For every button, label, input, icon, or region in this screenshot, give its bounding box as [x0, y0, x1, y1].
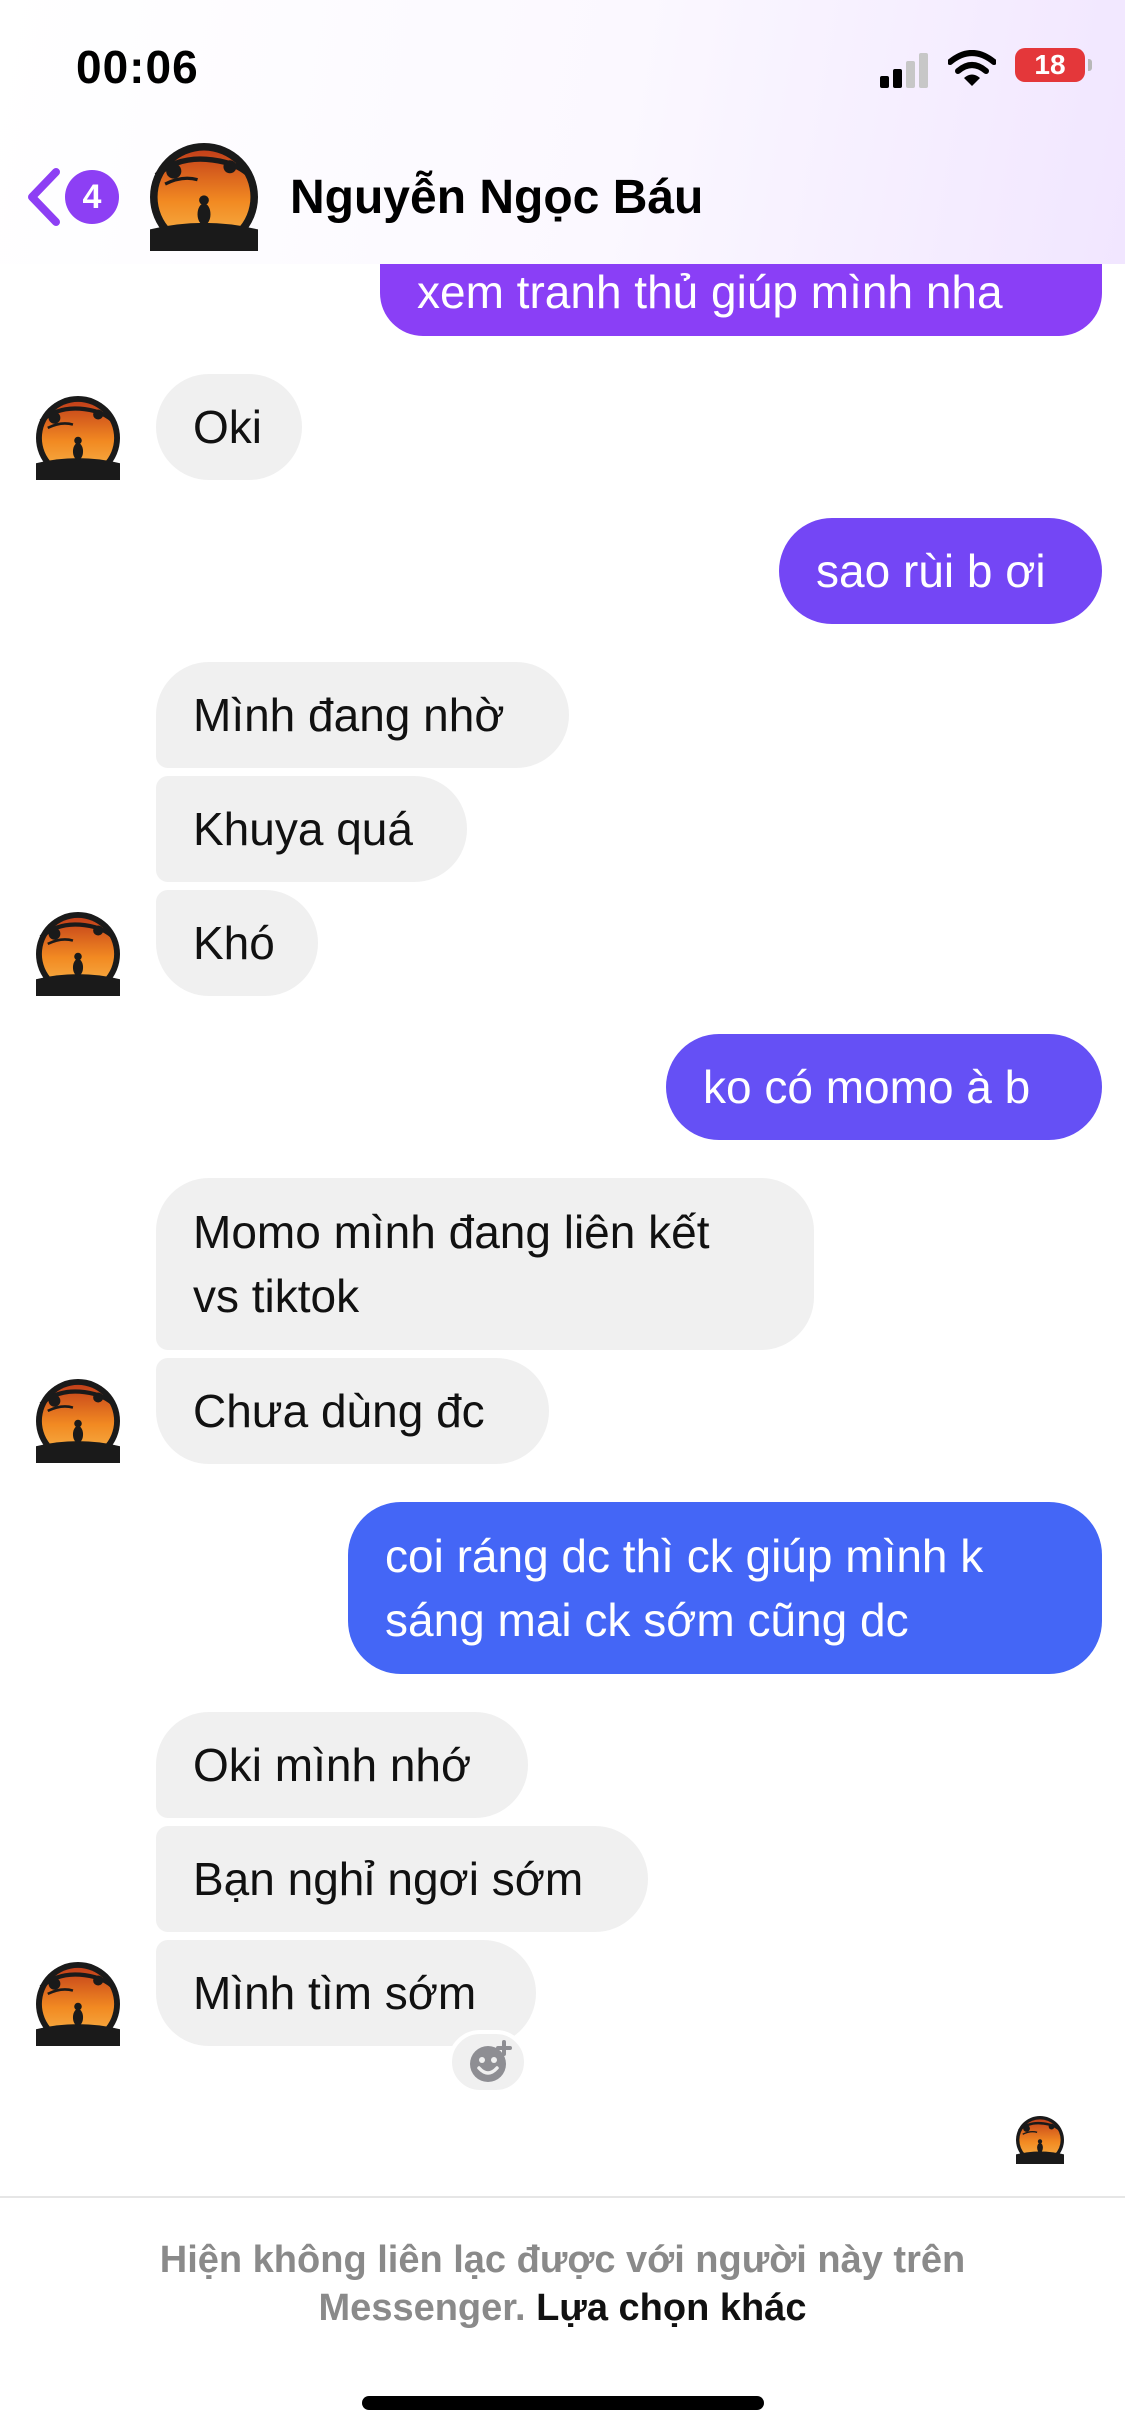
other-options-link[interactable]: Lựa chọn khác: [536, 2287, 806, 2329]
contact-avatar[interactable]: [36, 1379, 120, 1463]
message-bubble-outgoing[interactable]: ko có momo à b: [666, 1034, 1102, 1140]
chat-header: 00:06 18 4 Nguyễn Ngọc Báu: [0, 0, 1125, 264]
wifi-icon: [948, 50, 996, 86]
message-bubble-incoming[interactable]: Bạn nghỉ ngơi sớm: [156, 1826, 648, 1932]
back-button[interactable]: 4: [24, 166, 124, 228]
message-line: sáng mai ck sớm cũng dc: [385, 1594, 909, 1646]
message-list[interactable]: xem tranh thủ giúp mình nha Oki sao rùi …: [0, 0, 1125, 2190]
status-time: 00:06: [76, 41, 199, 93]
contact-avatar[interactable]: [36, 1962, 120, 2046]
contact-avatar[interactable]: [36, 396, 120, 480]
message-bubble-outgoing[interactable]: sao rùi b ơi: [779, 518, 1102, 624]
message-line: coi ráng dc thì ck giúp mình k: [385, 1530, 984, 1582]
contact-name[interactable]: Nguyễn Ngọc Báu: [290, 170, 703, 225]
battery-indicator: 18: [1015, 48, 1092, 82]
message-bubble-incoming[interactable]: Oki mình nhớ: [156, 1712, 528, 1818]
message-line: Momo mình đang liên kết: [193, 1206, 710, 1258]
notice-text: Hiện không liên lạc được với người này t…: [159, 2239, 966, 2281]
contact-avatar[interactable]: [150, 143, 258, 251]
battery-level: 18: [1034, 49, 1066, 80]
message-bubble-incoming[interactable]: Momo mình đang liên kết vs tiktok: [156, 1178, 814, 1350]
message-bubble-incoming[interactable]: Chưa dùng đc: [156, 1358, 549, 1464]
chevron-left-icon: [28, 168, 60, 226]
message-bubble-incoming[interactable]: Khuya quá: [156, 776, 467, 882]
notice-text-line2: Messenger.: [318, 2287, 526, 2329]
seen-receipt-avatar: [1016, 2116, 1064, 2164]
signal-icon: [880, 53, 928, 88]
contact-avatar[interactable]: [36, 912, 120, 996]
message-bubble-incoming[interactable]: Khó: [156, 890, 318, 996]
unread-count-badge: 4: [65, 170, 119, 224]
unavailable-notice: Hiện không liên lạc được với người này t…: [0, 2236, 1125, 2332]
add-reaction-button[interactable]: [448, 2030, 528, 2094]
message-line: vs tiktok: [193, 1270, 360, 1322]
home-indicator[interactable]: [362, 2396, 764, 2410]
message-bubble-incoming[interactable]: Mình đang nhờ: [156, 662, 569, 768]
divider: [0, 2196, 1125, 2198]
add-reaction-icon: [470, 2040, 512, 2082]
message-bubble-incoming[interactable]: Oki: [156, 374, 302, 480]
message-bubble-outgoing[interactable]: coi ráng dc thì ck giúp mình k sáng mai …: [348, 1502, 1102, 1674]
